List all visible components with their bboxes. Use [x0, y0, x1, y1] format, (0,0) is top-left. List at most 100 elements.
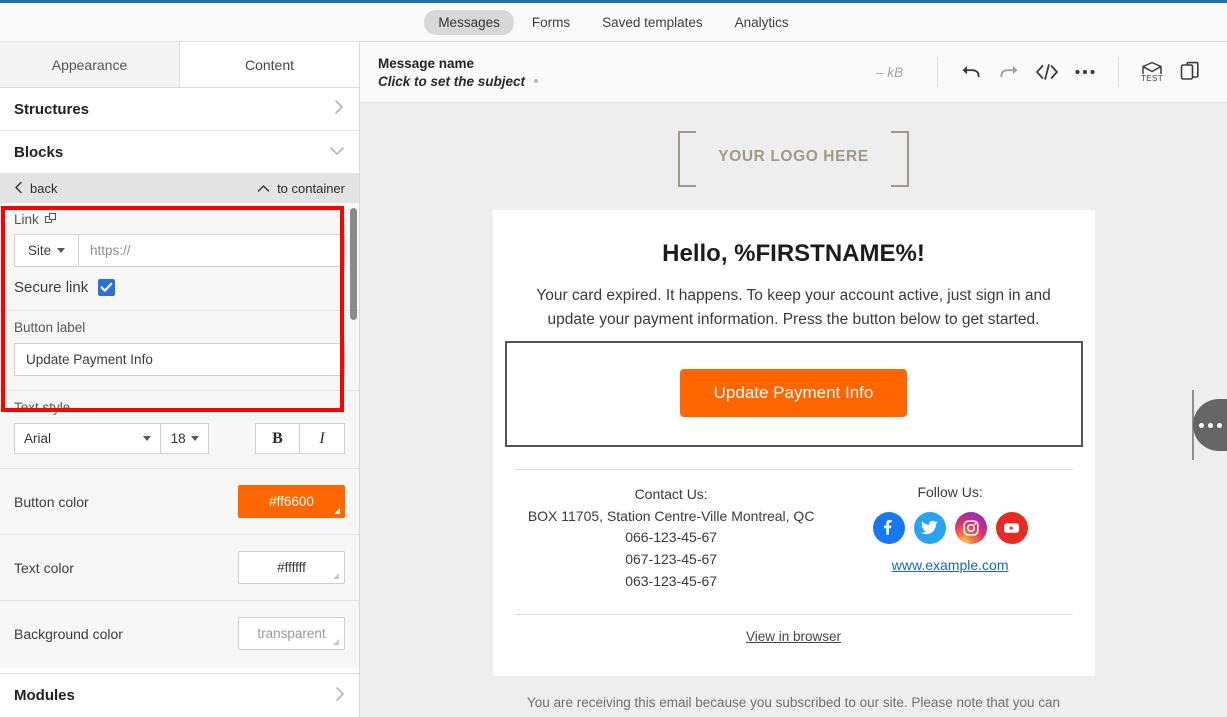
undo-icon[interactable]	[952, 53, 990, 91]
facebook-icon[interactable]	[872, 511, 905, 544]
text-color-row: Text color #ffffff	[0, 535, 359, 600]
contact-heading: Contact Us:	[634, 485, 708, 502]
toolbar-actions: – kB TEST	[876, 53, 1209, 91]
logo-block[interactable]: YOUR LOGO HERE	[493, 103, 1095, 210]
accordion-blocks[interactable]: Blocks	[0, 131, 359, 174]
send-test-label: TEST	[1140, 74, 1164, 83]
contact-phone: 063-123-45-67	[625, 572, 718, 589]
link-field-label: Link	[14, 203, 345, 227]
message-subject-row: Click to set the subject	[378, 74, 539, 89]
chevron-down-icon	[143, 436, 152, 441]
button-color-label: Button color	[14, 493, 89, 510]
contact-column[interactable]: Contact Us: BOX 11705, Station Centre-Vi…	[515, 484, 828, 592]
send-test-icon[interactable]: TEST	[1133, 53, 1171, 91]
button-color-swatch[interactable]: #ff6600	[238, 485, 345, 518]
subject-status-dot	[534, 79, 539, 83]
top-nav-tab-messages[interactable]: Messages	[424, 9, 514, 35]
text-color-swatch[interactable]: #ffffff	[238, 551, 345, 584]
email-greeting[interactable]: Hello, %FIRSTNAME%!	[493, 210, 1095, 284]
text-color-label: Text color	[14, 559, 74, 576]
social-icons-row	[828, 511, 1073, 544]
email-disclaimer: You are receiving this email because you…	[493, 676, 1095, 717]
font-size-value: 18	[170, 431, 186, 446]
view-in-browser-link[interactable]: View in browser	[493, 615, 1095, 662]
button-color-value: #ff6600	[269, 494, 314, 509]
youtube-icon[interactable]	[995, 511, 1028, 544]
top-nav-tabs: Messages Forms Saved templates Analytics	[424, 9, 803, 35]
email-paragraph[interactable]: Your card expired. It happens. To keep y…	[493, 284, 1095, 333]
back-button[interactable]: back	[14, 181, 57, 197]
update-payment-info-button[interactable]: Update Payment Info	[679, 368, 908, 417]
email-preview-canvas: YOUR LOGO HERE Hello, %FIRSTNAME%! Your …	[360, 103, 1227, 717]
accordion-blocks-label: Blocks	[14, 143, 64, 161]
panel-tab-row: Appearance Content	[0, 42, 359, 88]
secure-link-row: Secure link	[14, 267, 345, 310]
follow-heading: Follow Us:	[917, 483, 983, 500]
settings-scroll-area: Link Site Secure link Button label	[0, 203, 359, 668]
background-color-label: Background color	[14, 625, 123, 642]
tab-content[interactable]: Content	[180, 42, 359, 87]
text-style-controls: Arial 18 B I	[14, 423, 345, 454]
accordion-structures[interactable]: Structures	[0, 88, 359, 131]
color-picker-corner-icon	[334, 508, 340, 514]
background-color-value: transparent	[257, 626, 326, 641]
chevron-left-icon	[14, 181, 23, 197]
chevron-down-icon	[329, 144, 345, 160]
left-settings-panel: Appearance Content Structures Blocks bac…	[0, 42, 360, 717]
chevron-down-icon	[190, 436, 199, 441]
chevron-right-icon	[335, 686, 346, 706]
bold-button[interactable]: B	[255, 423, 300, 454]
font-family-select[interactable]: Arial	[14, 423, 162, 454]
text-style-section: Text style Arial 18 B I	[0, 391, 359, 454]
top-nav-tab-analytics[interactable]: Analytics	[721, 10, 803, 35]
button-label-section: Button label	[0, 311, 359, 390]
top-nav-tab-forms[interactable]: Forms	[518, 10, 584, 35]
redo-icon[interactable]	[990, 53, 1028, 91]
link-settings-section: Link Site Secure link	[0, 203, 359, 310]
text-format-group: B I	[255, 423, 345, 454]
to-container-label: to container	[277, 181, 345, 196]
italic-button[interactable]: I	[300, 423, 345, 454]
to-container-button[interactable]: to container	[257, 181, 345, 196]
accordion-modules-label: Modules	[14, 687, 75, 704]
chevron-right-icon	[334, 99, 345, 119]
website-link[interactable]: www.example.com	[892, 557, 1009, 573]
secure-link-checkbox[interactable]	[98, 279, 116, 296]
copy-icon[interactable]	[1171, 53, 1209, 91]
tab-appearance[interactable]: Appearance	[0, 42, 180, 87]
more-dot	[1216, 422, 1222, 428]
message-name[interactable]: Message name	[378, 56, 538, 71]
more-icon[interactable]	[1066, 53, 1104, 91]
button-label-input[interactable]	[14, 343, 345, 376]
email-container: YOUR LOGO HERE Hello, %FIRSTNAME%! Your …	[492, 103, 1095, 717]
background-color-swatch[interactable]: transparent	[238, 617, 345, 650]
font-family-value: Arial	[24, 431, 52, 446]
instagram-icon[interactable]	[954, 511, 987, 544]
contact-phone: 066-123-45-67	[625, 529, 718, 546]
chevron-up-icon	[257, 181, 270, 196]
top-navigation-bar: Messages Forms Saved templates Analytics	[0, 0, 1227, 42]
color-picker-corner-icon	[333, 573, 339, 579]
message-subject[interactable]: Click to set the subject	[378, 74, 525, 89]
contact-address: BOX 11705, Station Centre-Ville Montreal…	[527, 507, 815, 524]
panel-scrollbar-thumb[interactable]	[350, 208, 357, 320]
follow-column[interactable]: Follow Us: www.example.com	[828, 484, 1073, 592]
button-color-row: Button color #ff6600	[0, 469, 359, 534]
message-size-label: – kB	[875, 64, 903, 80]
font-size-select[interactable]: 18	[161, 423, 209, 454]
top-nav-tab-saved-templates[interactable]: Saved templates	[588, 10, 717, 35]
link-type-value: Site	[27, 243, 52, 258]
accordion-modules[interactable]: Modules	[0, 673, 359, 717]
selected-button-block[interactable]: Update Payment Info	[504, 340, 1083, 447]
contact-phone: 067-123-45-67	[625, 551, 718, 568]
code-icon[interactable]	[1028, 53, 1066, 91]
secure-link-label: Secure link	[14, 279, 89, 296]
link-url-input[interactable]	[78, 234, 345, 267]
text-color-value: #ffffff	[277, 560, 306, 575]
link-type-select[interactable]: Site	[14, 234, 78, 267]
toolbar-divider	[1118, 57, 1119, 87]
email-body: Hello, %FIRSTNAME%! Your card expired. I…	[492, 210, 1095, 677]
button-label-field-label: Button label	[14, 320, 86, 335]
twitter-icon[interactable]	[913, 511, 946, 544]
message-meta: Message name Click to set the subject	[378, 56, 539, 89]
